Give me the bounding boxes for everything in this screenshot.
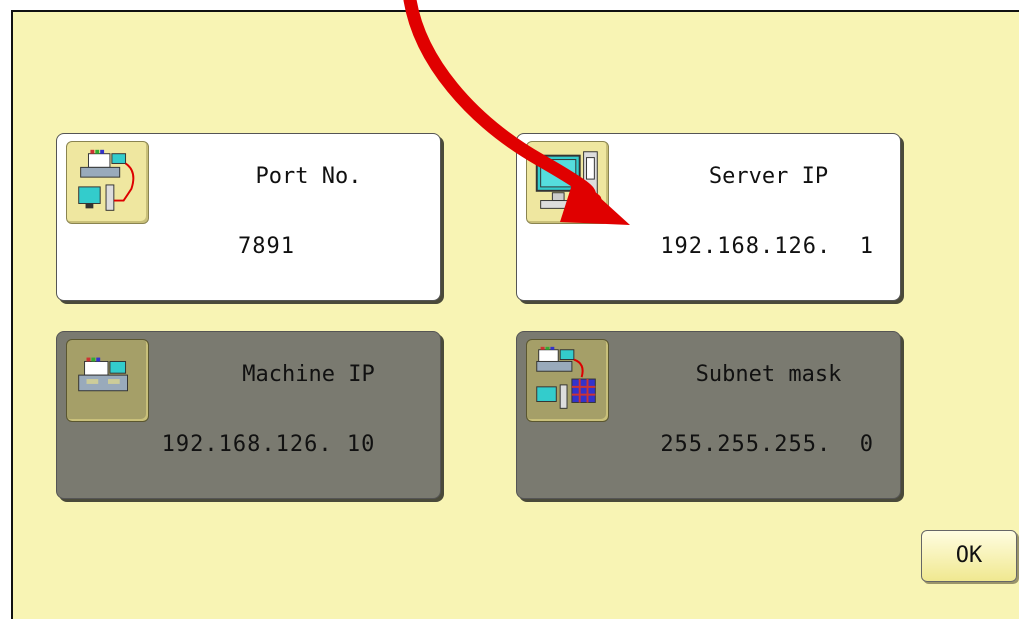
embroidery-machine-icon (66, 339, 149, 422)
subnet-network-icon (526, 339, 609, 422)
settings-panel (11, 10, 1019, 619)
subnet-mask-card[interactable]: Subnet mask 255.255.255. 0 (516, 331, 901, 499)
port-number-card[interactable]: Port No. 7891 (56, 133, 441, 301)
ok-button[interactable]: OK (921, 530, 1017, 582)
port-number-value: 7891 (238, 234, 295, 259)
subnet-mask-value: 255.255.255. 0 (660, 432, 874, 457)
subnet-mask-title: Subnet mask (695, 362, 842, 387)
machine-ip-value: 192.168.126. 10 (161, 432, 376, 457)
machine-ip-title: Machine IP (242, 362, 375, 387)
screen: Port No. 7891 Server IP 192.168.126. 1 M… (0, 0, 1019, 619)
server-ip-card[interactable]: Server IP 192.168.126. 1 (516, 133, 901, 301)
server-computer-icon (526, 141, 609, 224)
server-ip-value: 192.168.126. 1 (660, 234, 874, 259)
network-machine-pc-icon (66, 141, 149, 224)
server-ip-title: Server IP (708, 164, 829, 189)
machine-ip-card[interactable]: Machine IP 192.168.126. 10 (56, 331, 441, 499)
port-number-title: Port No. (255, 164, 362, 189)
